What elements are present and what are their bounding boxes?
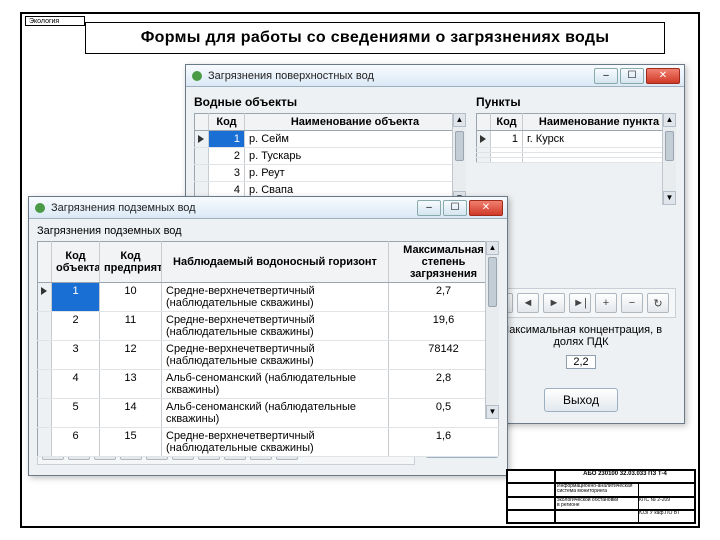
col-name: Наименование объекта bbox=[245, 114, 466, 131]
drawing-stamp: АБО 230100 32.03.033 ПЗ Т-4 Информационн… bbox=[506, 469, 696, 524]
table-row[interactable]: 615Средне-верхнечетвертичный (наблюдател… bbox=[38, 428, 499, 457]
nav-next[interactable]: ► bbox=[543, 293, 565, 313]
nav-del[interactable]: − bbox=[621, 293, 643, 313]
table-row[interactable]: 1г. Курск bbox=[477, 131, 676, 148]
close-button[interactable]: ✕ bbox=[469, 200, 503, 216]
table-row[interactable]: 211Средне-верхнечетвертичный (наблюдател… bbox=[38, 312, 499, 341]
points-table[interactable]: КодНаименование пункта 1г. Курск bbox=[476, 113, 676, 163]
section-water-objects: Водные объекты bbox=[194, 95, 466, 109]
nav-refresh[interactable]: ↻ bbox=[647, 293, 669, 313]
col-horizon: Наблюдаемый водоносный горизонт bbox=[162, 242, 389, 283]
table-row[interactable]: 2р. Тускарь bbox=[195, 148, 466, 165]
table-row[interactable]: 3р. Реут bbox=[195, 165, 466, 182]
nav-bar-surface: |◄ ◄ ► ►| + − ↻ bbox=[486, 288, 676, 318]
concentration-label: Максимальная концентрация, в долях ПДК bbox=[486, 324, 676, 348]
maximize-button[interactable]: ☐ bbox=[620, 68, 644, 84]
window-title: Загрязнения подземных вод bbox=[51, 202, 417, 214]
col-code: Код bbox=[491, 114, 523, 131]
col-obj: Код объекта bbox=[52, 242, 100, 283]
titlebar-ground[interactable]: Загрязнения подземных вод – ☐ ✕ bbox=[29, 197, 507, 219]
window-title: Загрязнения поверхностных вод bbox=[208, 70, 594, 82]
nav-last[interactable]: ►| bbox=[569, 293, 591, 313]
form-heading: Загрязнения подземных вод bbox=[37, 225, 499, 237]
scrollbar[interactable]: ▲▼ bbox=[662, 113, 676, 205]
table-row[interactable]: 312Средне-верхнечетвертичный (наблюдател… bbox=[38, 341, 499, 370]
table-row[interactable]: 110Средне-верхнечетвертичный (наблюдател… bbox=[38, 283, 499, 312]
table-row[interactable]: 514Альб-сеноманский (наблюдательные сква… bbox=[38, 399, 499, 428]
groundwater-table[interactable]: Код объекта Код предприятия Наблюдаемый … bbox=[37, 241, 499, 457]
groundwater-window: Загрязнения подземных вод – ☐ ✕ Загрязне… bbox=[28, 196, 508, 476]
titlebar-surface[interactable]: Загрязнения поверхностных вод – ☐ ✕ bbox=[186, 65, 684, 87]
nav-add[interactable]: + bbox=[595, 293, 617, 313]
maximize-button[interactable]: ☐ bbox=[443, 200, 467, 216]
scrollbar[interactable]: ▲▼ bbox=[485, 241, 499, 419]
corner-tag: Экология поверх. воды bbox=[25, 16, 85, 26]
water-objects-table[interactable]: КодНаименование объекта 1р. Сейм 2р. Тус… bbox=[194, 113, 466, 199]
close-button[interactable]: ✕ bbox=[646, 68, 680, 84]
col-company: Код предприятия bbox=[100, 242, 162, 283]
page-title: Формы для работы со сведениями о загрязн… bbox=[85, 22, 665, 54]
col-max: Максимальная степень загрязнения bbox=[389, 242, 499, 283]
minimize-button[interactable]: – bbox=[417, 200, 441, 216]
nav-prev[interactable]: ◄ bbox=[517, 293, 539, 313]
col-code: Код bbox=[209, 114, 245, 131]
scrollbar[interactable]: ▲▼ bbox=[452, 113, 466, 205]
app-icon bbox=[190, 69, 204, 83]
concentration-field[interactable]: 2,2 bbox=[566, 355, 595, 369]
table-row[interactable]: 413Альб-сеноманский (наблюдательные сква… bbox=[38, 370, 499, 399]
col-name: Наименование пункта bbox=[523, 114, 676, 131]
app-icon bbox=[33, 201, 47, 215]
table-row[interactable]: 1р. Сейм bbox=[195, 131, 466, 148]
minimize-button[interactable]: – bbox=[594, 68, 618, 84]
exit-button[interactable]: Выход bbox=[544, 388, 618, 412]
section-points: Пункты bbox=[476, 95, 676, 109]
